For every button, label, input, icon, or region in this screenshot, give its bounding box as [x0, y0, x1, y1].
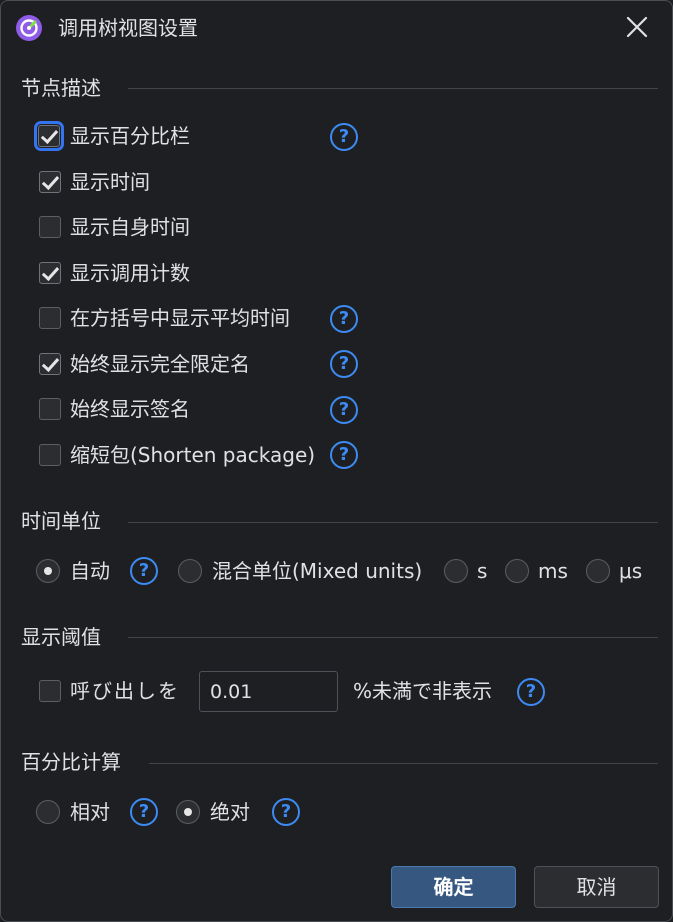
help-icon[interactable]: ?	[130, 798, 158, 826]
app-logo-icon	[16, 15, 42, 41]
help-icon[interactable]: ?	[272, 798, 300, 826]
section-divider	[128, 522, 658, 523]
checkbox-hide-below-threshold[interactable]	[39, 680, 61, 702]
cancel-button[interactable]: 取消	[534, 866, 659, 908]
label-unit-s: s	[477, 559, 488, 583]
label-unit-mixed: 混合单位(Mixed units)	[212, 559, 423, 583]
checkbox-show-signature[interactable]	[39, 398, 61, 420]
section-divider	[149, 763, 658, 764]
label-show-avg-time: 在方括号中显示平均时间	[70, 306, 290, 330]
section-divider	[128, 88, 658, 89]
section-heading-percent-calc: 百分比计算	[21, 750, 121, 774]
label-threshold-suffix: %未満で非表示	[353, 679, 493, 703]
radio-percent-relative[interactable]	[36, 800, 60, 824]
label-threshold-prefix: 呼び出しを	[70, 679, 180, 703]
checkbox-show-percent-bar[interactable]	[34, 121, 64, 151]
section-heading-threshold: 显示阈值	[21, 625, 101, 649]
help-icon[interactable]: ?	[330, 396, 358, 424]
label-show-fqn: 始终显示完全限定名	[70, 352, 250, 376]
radio-unit-mixed[interactable]	[178, 559, 202, 583]
section-divider	[128, 637, 658, 638]
label-show-percent-bar: 显示百分比栏	[70, 124, 190, 148]
checkbox-shorten-package[interactable]	[39, 444, 61, 466]
checkbox-show-avg-time[interactable]	[39, 307, 61, 329]
label-show-time: 显示时间	[70, 170, 150, 194]
label-show-self-time: 显示自身时间	[70, 215, 190, 239]
radio-unit-us[interactable]	[586, 559, 610, 583]
label-unit-us: μs	[619, 559, 643, 583]
help-icon[interactable]: ?	[330, 441, 358, 469]
label-shorten-package: 缩短包(Shorten package)	[70, 443, 316, 467]
radio-percent-absolute[interactable]	[176, 800, 200, 824]
checkbox-show-fqn[interactable]	[39, 353, 61, 375]
label-show-call-count: 显示调用计数	[70, 261, 190, 285]
close-icon[interactable]	[621, 11, 653, 43]
help-icon[interactable]: ?	[130, 557, 158, 585]
title-bar: 调用树视图设置	[1, 1, 672, 55]
radio-unit-s[interactable]	[444, 559, 468, 583]
help-icon[interactable]: ?	[330, 350, 358, 378]
help-icon[interactable]: ?	[330, 123, 358, 151]
section-heading-node-description: 节点描述	[21, 76, 101, 100]
label-percent-relative: 相对	[70, 800, 110, 824]
settings-dialog: 调用树视图设置 节点描述 显示百分比栏 ? 显示时间 显示自身时间 显示调用计数…	[0, 0, 673, 922]
checkbox-show-self-time[interactable]	[39, 216, 61, 238]
label-unit-ms: ms	[538, 559, 568, 583]
label-unit-auto: 自动	[70, 559, 110, 583]
threshold-input[interactable]	[199, 671, 338, 712]
label-percent-absolute: 绝对	[210, 800, 250, 824]
checkbox-show-time[interactable]	[39, 171, 61, 193]
radio-unit-ms[interactable]	[505, 559, 529, 583]
help-icon[interactable]: ?	[330, 305, 358, 333]
radio-unit-auto[interactable]	[36, 559, 60, 583]
section-heading-time-unit: 时间单位	[21, 509, 101, 533]
ok-button[interactable]: 确定	[391, 866, 516, 908]
help-icon[interactable]: ?	[517, 678, 545, 706]
dialog-title: 调用树视图设置	[58, 16, 198, 40]
label-show-signature: 始终显示签名	[70, 397, 190, 421]
checkbox-show-call-count[interactable]	[39, 262, 61, 284]
